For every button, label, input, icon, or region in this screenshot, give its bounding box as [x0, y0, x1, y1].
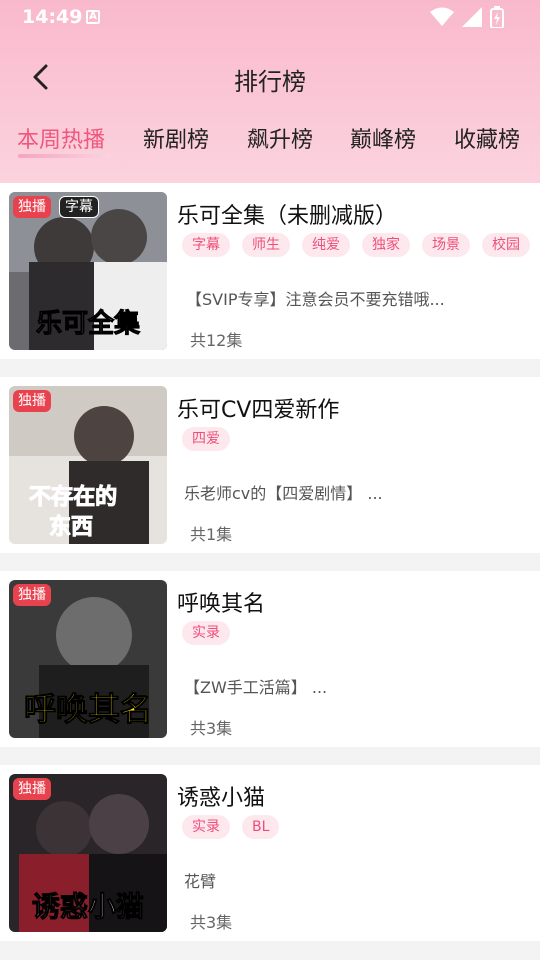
tab-weekly-hot[interactable]: 本周热播	[17, 122, 105, 154]
tab-peak[interactable]: 巅峰榜	[350, 122, 416, 154]
tag[interactable]: 实录	[182, 621, 230, 645]
item-title[interactable]: 乐可全集（未删减版）	[177, 198, 397, 230]
active-tab-indicator	[18, 154, 110, 158]
episode-count: 共3集	[190, 913, 233, 932]
tag[interactable]: 校园	[482, 233, 530, 257]
page-title: 排行榜	[234, 68, 306, 96]
signal-icon	[462, 7, 482, 27]
list-item[interactable]: 呼唤其名 独播 呼唤其名 实录 【ZW手工活篇】 ... 共3集	[0, 571, 540, 747]
item-description: 花臂	[184, 872, 217, 891]
status-bar: 14:49 A	[0, 0, 540, 34]
item-description: 【SVIP专享】注意会员不要充错哦...	[186, 290, 445, 309]
list-item[interactable]: 诱惑小猫 独播 诱惑小猫 实录 BL 花臂 共3集	[0, 765, 540, 941]
tag[interactable]: 四爱	[182, 427, 230, 451]
exclusive-badge: 独播	[13, 584, 51, 606]
tag[interactable]: 纯爱	[302, 233, 350, 257]
list-item[interactable]: 不存在的 东西 独播 乐可CV四爱新作 四爱 乐老师cv的【四爱剧情】 ... …	[0, 377, 540, 553]
status-time: 14:49	[22, 6, 83, 28]
tag[interactable]: 师生	[242, 233, 290, 257]
item-description: 乐老师cv的【四爱剧情】 ...	[184, 484, 383, 503]
tag[interactable]: 字幕	[182, 233, 230, 257]
tab-bar: 本周热播 新剧榜 飙升榜 巅峰榜 收藏榜	[0, 118, 540, 168]
wifi-icon	[430, 7, 454, 26]
episode-count: 共12集	[190, 331, 243, 350]
tab-favorites[interactable]: 收藏榜	[454, 122, 520, 154]
battery-icon	[490, 6, 504, 28]
list-item[interactable]: 乐可全集 独播 字幕 乐可全集（未删减版） 字幕 师生 纯爱 独家 场景 校园 …	[0, 183, 540, 359]
tag[interactable]: 实录	[182, 815, 230, 839]
cover-image[interactable]: 呼唤其名 独播	[9, 580, 167, 738]
exclusive-badge: 独播	[13, 196, 51, 218]
cover-title-text: 呼唤其名	[24, 690, 152, 728]
episode-count: 共1集	[190, 525, 233, 544]
cover-title-text: 诱惑小猫	[32, 890, 144, 923]
item-title[interactable]: 诱惑小猫	[177, 780, 265, 812]
notification-a-icon: A	[86, 10, 100, 24]
cover-image[interactable]: 不存在的 东西 独播	[9, 386, 167, 544]
tab-rising[interactable]: 飙升榜	[247, 122, 313, 154]
item-description: 【ZW手工活篇】 ...	[184, 678, 328, 697]
cover-image[interactable]: 诱惑小猫 独播	[9, 774, 167, 932]
cover-image[interactable]: 乐可全集 独播 字幕	[9, 192, 167, 350]
item-title[interactable]: 乐可CV四爱新作	[177, 392, 339, 424]
cover-title-text: 乐可全集	[36, 308, 141, 339]
item-title[interactable]: 呼唤其名	[177, 586, 265, 618]
subtitle-badge: 字幕	[59, 196, 99, 218]
tag[interactable]: 独家	[362, 233, 410, 257]
tab-new[interactable]: 新剧榜	[143, 122, 209, 154]
tag[interactable]: BL	[242, 815, 280, 839]
exclusive-badge: 独播	[13, 390, 51, 412]
system-icons	[430, 6, 504, 28]
tag[interactable]: 场景	[422, 233, 470, 257]
episode-count: 共3集	[190, 719, 233, 738]
exclusive-badge: 独播	[13, 778, 51, 800]
